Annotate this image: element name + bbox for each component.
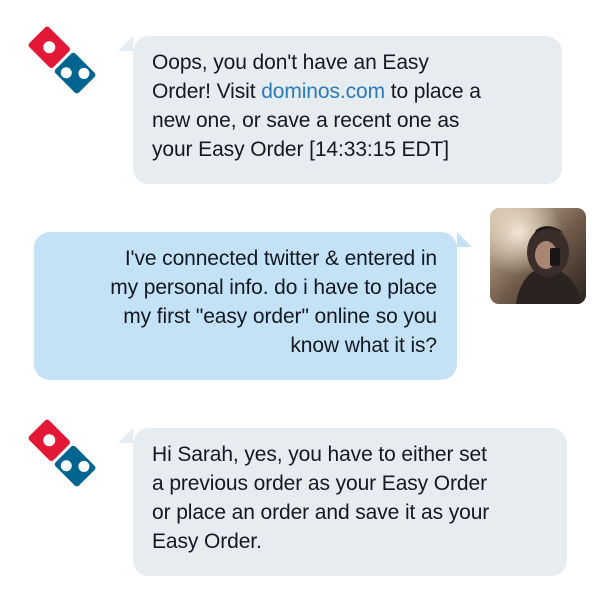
message-thread: Oops, you don't have an Easy Order! Visi… bbox=[0, 0, 598, 616]
bubble-tail bbox=[118, 428, 133, 443]
message-text: Oops, you don't have an Easy Order! Visi… bbox=[152, 48, 544, 164]
dominos-logo-icon bbox=[14, 12, 110, 108]
bubble-tail bbox=[457, 232, 472, 247]
dominos-link[interactable]: dominos.com bbox=[261, 80, 385, 103]
brand-message-bubble: Hi Sarah, yes, you have to either set a … bbox=[118, 428, 567, 576]
dominos-logo-icon bbox=[14, 405, 110, 501]
brand-message-bubble: Oops, you don't have an Easy Order! Visi… bbox=[118, 36, 562, 184]
message-text: I've connected twitter & entered in my p… bbox=[110, 247, 437, 357]
user-photo-avatar[interactable] bbox=[490, 208, 586, 304]
user-message-bubble: I've connected twitter & entered in my p… bbox=[34, 232, 472, 380]
bubble-tail bbox=[118, 36, 133, 51]
message-text: Hi Sarah, yes, you have to either set a … bbox=[152, 443, 490, 553]
